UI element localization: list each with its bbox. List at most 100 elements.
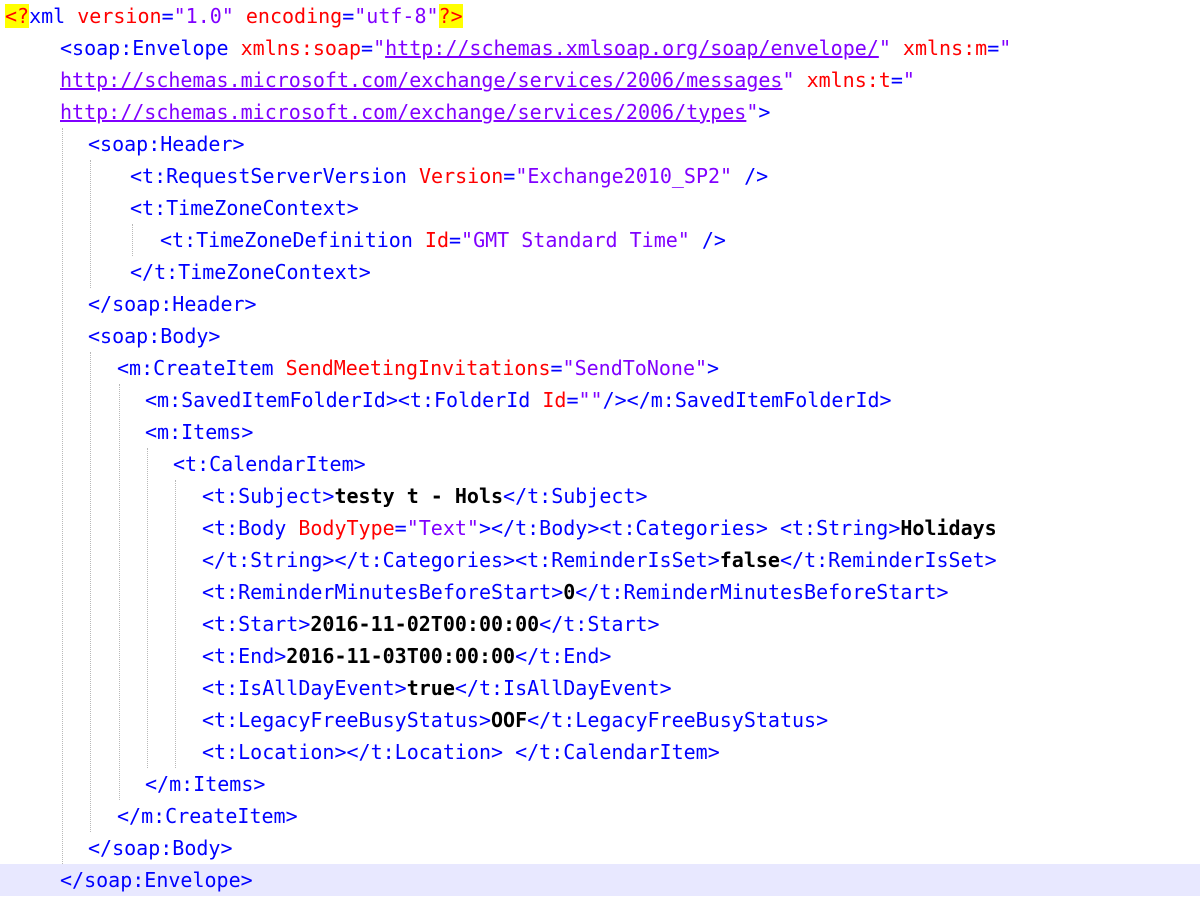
token-attr: xmlns:t	[806, 68, 891, 92]
token-tag: </m:Items>	[145, 772, 266, 796]
token-tag: <t:IsAllDayEvent>	[202, 676, 407, 700]
token-tag: <soap:Header>	[88, 132, 245, 156]
token-attr: Version	[418, 164, 504, 188]
code-line[interactable]: </t:TimeZoneContext>	[0, 256, 1200, 288]
code-line[interactable]: <soap:Body>	[0, 320, 1200, 352]
code-line[interactable]: <t:Start>2016-11-02T00:00:00</t:Start>	[0, 608, 1200, 640]
token-tag: />	[689, 228, 726, 252]
indent-guide	[90, 160, 91, 288]
code-line[interactable]: <t:Body BodyType="Text"></t:Body><t:Cate…	[0, 512, 1200, 544]
token-tag: </soap:Envelope>	[60, 868, 253, 892]
token-tag: >	[758, 100, 771, 124]
token-tag	[795, 68, 807, 92]
code-line[interactable]: <soap:Header>	[0, 128, 1200, 160]
token-val: "GMT Standard Time"	[461, 228, 690, 252]
token-attr: xmlns:m	[902, 36, 988, 60]
token-tag: =	[394, 516, 407, 540]
token-tag: <t:TimeZoneDefinition	[160, 228, 425, 252]
token-val: "	[878, 36, 891, 60]
code-line[interactable]: http://schemas.microsoft.com/exchange/se…	[0, 64, 1200, 96]
token-pi: ?>	[438, 4, 463, 28]
token-tag: <t:CalendarItem>	[173, 452, 366, 476]
code-line[interactable]: <t:IsAllDayEvent>true</t:IsAllDayEvent>	[0, 672, 1200, 704]
token-attr: encoding	[245, 4, 343, 28]
code-line[interactable]: <t:Subject>testy t - Hols</t:Subject>	[0, 480, 1200, 512]
code-line[interactable]: <t:RequestServerVersion Version="Exchang…	[0, 160, 1200, 192]
code-line[interactable]: <t:Location></t:Location> </t:CalendarIt…	[0, 736, 1200, 768]
token-tag: <t:LegacyFreeBusyStatus>	[202, 708, 491, 732]
token-tag: </soap:Header>	[88, 292, 257, 316]
code-line[interactable]: <?xml version="1.0" encoding="utf-8"?>	[0, 0, 1200, 32]
token-tag: <m:CreateItem	[117, 356, 286, 380]
xml-editor[interactable]: <?xml version="1.0" encoding="utf-8"?> <s…	[0, 0, 1200, 906]
token-tag: <t:End>	[202, 644, 287, 668]
token-tag: </t:ReminderMinutesBeforeStart>	[575, 580, 949, 604]
code-line[interactable]: <t:LegacyFreeBusyStatus>OOF</t:LegacyFre…	[0, 704, 1200, 736]
code-line[interactable]: <m:SavedItemFolderId><t:FolderId Id=""/>…	[0, 384, 1200, 416]
token-url: http://schemas.microsoft.com/exchange/se…	[60, 68, 783, 92]
token-tag: </t:TimeZoneContext>	[130, 260, 371, 284]
token-tag: />	[732, 164, 769, 188]
indent-guide	[62, 128, 63, 864]
token-tag	[891, 36, 903, 60]
code-line[interactable]: http://schemas.microsoft.com/exchange/se…	[0, 96, 1200, 128]
token-tag: <t:Start>	[202, 612, 311, 636]
indent-guide	[119, 384, 120, 800]
code-line[interactable]: <m:Items>	[0, 416, 1200, 448]
token-tag: =	[550, 356, 563, 380]
token-tag: ></t:Body><t:Categories> <t:String>	[478, 516, 901, 540]
token-tag: </t:LegacyFreeBusyStatus>	[527, 708, 829, 732]
token-text: true	[406, 676, 455, 700]
token-tag: =	[987, 36, 1000, 60]
token-tag: </t:IsAllDayEvent>	[454, 676, 672, 700]
code-line[interactable]: <t:TimeZoneDefinition Id="GMT Standard T…	[0, 224, 1200, 256]
indent-guide	[175, 480, 176, 768]
code-line[interactable]: </soap:Header>	[0, 288, 1200, 320]
token-tag: <t:Subject>	[202, 484, 335, 508]
token-attr: SendMeetingInvitations	[285, 356, 551, 380]
code-line[interactable]: <soap:Envelope xmlns:soap="http://schema…	[0, 32, 1200, 64]
code-line[interactable]: </m:Items>	[0, 768, 1200, 800]
code-line[interactable]: <t:End>2016-11-03T00:00:00</t:End>	[0, 640, 1200, 672]
token-tag: </soap:Body>	[88, 836, 233, 860]
token-tag: </t:String></t:Categories><t:ReminderIsS…	[202, 548, 720, 572]
token-tag: <t:RequestServerVersion	[130, 164, 419, 188]
token-tag: =	[503, 164, 516, 188]
token-tag: <t:ReminderMinutesBeforeStart>	[202, 580, 564, 604]
token-val: "	[902, 68, 915, 92]
indent-guide	[132, 224, 133, 256]
token-tag: >	[707, 356, 720, 380]
code-line[interactable]: </t:String></t:Categories><t:ReminderIsS…	[0, 544, 1200, 576]
token-text: 0	[563, 580, 576, 604]
code-line[interactable]: </soap:Body>	[0, 832, 1200, 864]
code-line[interactable]: </m:CreateItem>	[0, 800, 1200, 832]
code-line[interactable]: <m:CreateItem SendMeetingInvitations="Se…	[0, 352, 1200, 384]
token-attr: Id	[542, 388, 567, 412]
token-val: "Exchange2010_SP2"	[515, 164, 733, 188]
token-tag: </t:ReminderIsSet>	[779, 548, 997, 572]
code-line[interactable]: <t:TimeZoneContext>	[0, 192, 1200, 224]
token-tag	[234, 4, 246, 28]
token-val: "utf-8"	[354, 4, 439, 28]
token-tag: =	[449, 228, 462, 252]
code-line[interactable]: <t:ReminderMinutesBeforeStart>0</t:Remin…	[0, 576, 1200, 608]
token-tag: </t:Subject>	[503, 484, 648, 508]
code-line[interactable]: </soap:Envelope>	[0, 864, 1200, 896]
token-attr: version	[77, 4, 162, 28]
token-tag: <t:Location></t:Location> </t:CalendarIt…	[202, 740, 720, 764]
token-tag: =	[361, 36, 374, 60]
token-text: 2016-11-03T00:00:00	[286, 644, 516, 668]
token-attr: BodyType	[298, 516, 395, 540]
token-tag: </m:CreateItem>	[117, 804, 298, 828]
token-tag: </t:End>	[515, 644, 612, 668]
token-tag: <t:Body	[202, 516, 299, 540]
token-attr: Id	[424, 228, 449, 252]
token-tag: <soap:Envelope	[60, 36, 241, 60]
token-tag: =	[890, 68, 903, 92]
token-tag: /></m:SavedItemFolderId>	[602, 388, 892, 412]
token-val: "1.0"	[173, 4, 234, 28]
token-text: Holidays	[900, 516, 997, 540]
token-url: http://schemas.xmlsoap.org/soap/envelope…	[385, 36, 879, 60]
token-val: "SendToNone"	[562, 356, 708, 380]
code-line[interactable]: <t:CalendarItem>	[0, 448, 1200, 480]
